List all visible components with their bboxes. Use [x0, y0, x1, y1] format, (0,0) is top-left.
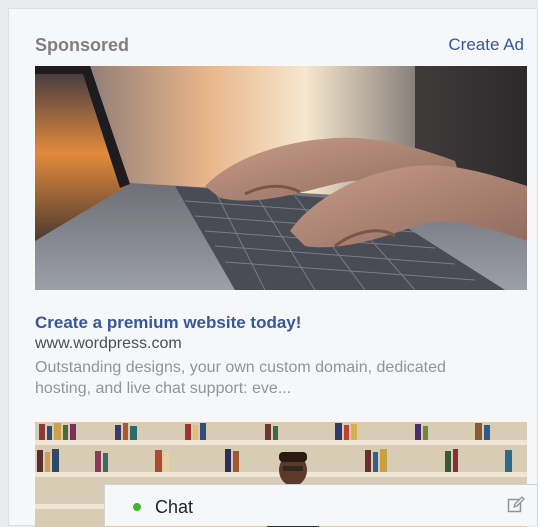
compose-icon[interactable] [507, 496, 525, 514]
sponsored-panel: Sponsored Create Ad Create a premium web… [8, 8, 538, 527]
ad-description: Outstanding designs, your own custom dom… [35, 359, 446, 397]
online-status-dot [133, 503, 141, 511]
compose-icon-svg [507, 496, 525, 513]
create-ad-link[interactable]: Create Ad [448, 35, 524, 55]
chat-label: Chat [155, 497, 194, 517]
laptop-photo [35, 66, 527, 290]
sponsored-heading: Sponsored [35, 35, 130, 55]
ad-headline-link[interactable]: Create a premium website today! [35, 313, 301, 333]
chat-bar[interactable]: Chat [104, 484, 538, 526]
ad-image-laptop[interactable] [35, 66, 527, 290]
ad-url[interactable]: www.wordpress.com [35, 335, 182, 353]
